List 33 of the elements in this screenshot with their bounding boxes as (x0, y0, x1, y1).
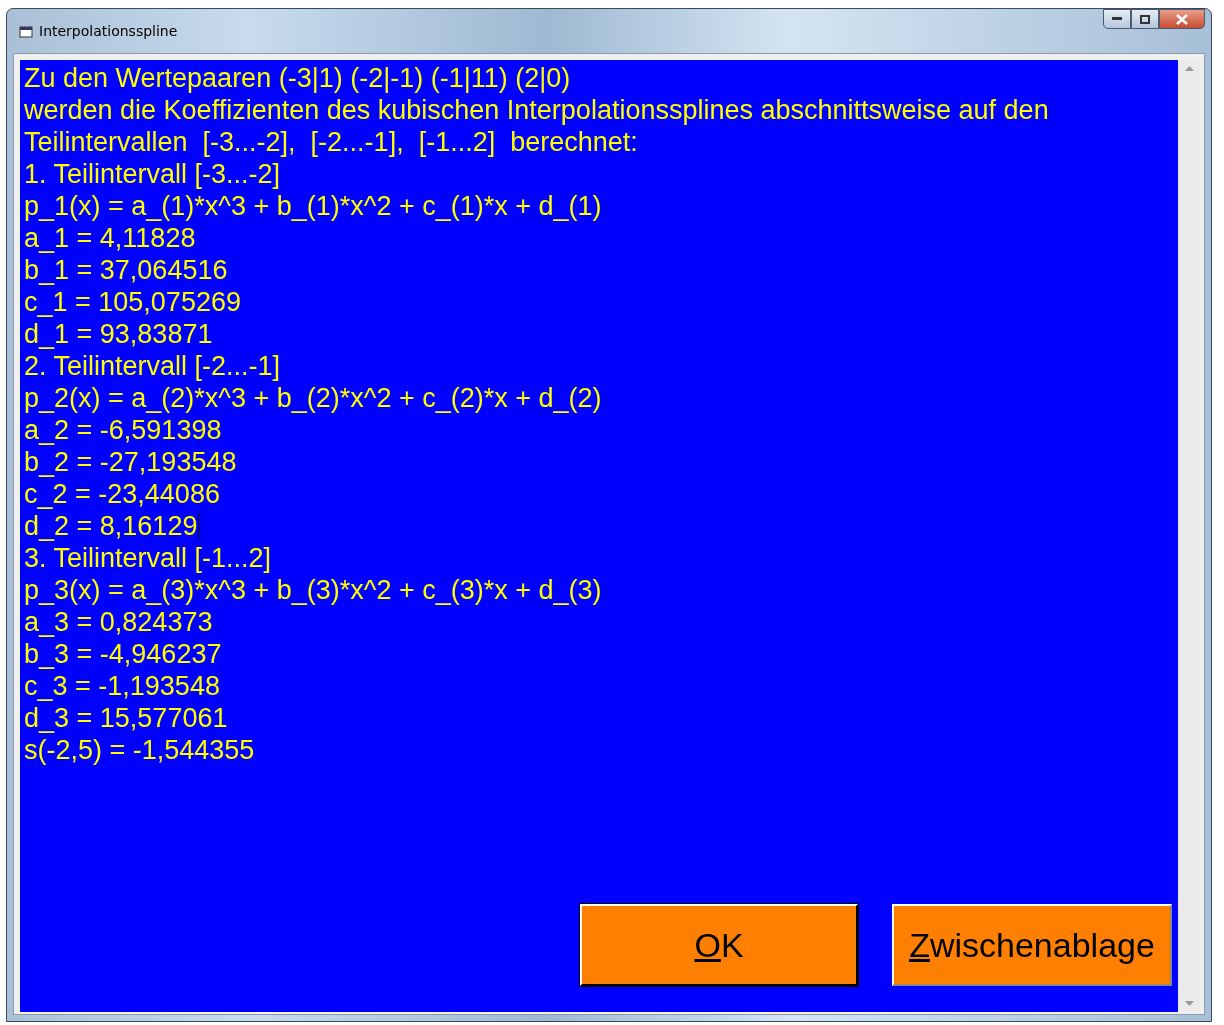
output-line: c_1 = 105,075269 (24, 286, 242, 318)
output-line: b_1 = 37,064516 (24, 254, 229, 286)
output-line: d_3 = 15,577061 (24, 702, 229, 734)
output-line: c_2 = -23,44086 (24, 478, 221, 510)
window-app-icon (19, 25, 33, 39)
maximize-button[interactable] (1131, 9, 1159, 29)
output-line: 1. Teilintervall [-3...-2] (24, 158, 282, 190)
output-line: 2. Teilintervall [-2...-1] (24, 350, 282, 382)
output-line: Zu den Wertepaaren (-3|1) (-2|-1) (-1|11) (2|0) (24, 62, 572, 94)
window-title: Interpolationsspline (39, 23, 178, 39)
close-button[interactable] (1159, 9, 1205, 29)
output-line: b_3 = -4,946237 (24, 638, 223, 670)
minimize-button[interactable] (1103, 9, 1131, 29)
output-line: p_3(x) = a_(3)*x^3 + b_(3)*x^2 + c_(3)*x + d_(3) (24, 574, 603, 606)
output-line: b_2 = -27,193548 (24, 446, 238, 478)
maximize-icon (1140, 14, 1150, 24)
output-line: werden die Koeffizienten des kubischen Interpolationssplines abschnittsweise auf den (24, 94, 1050, 126)
dialog-button[interactable]: Zwischenablage (892, 904, 1172, 986)
output-line: d_1 = 93,83871 (24, 318, 214, 350)
output-line: d_2 = 8,16129 (24, 510, 201, 542)
output-line: c_3 = -1,193548 (24, 670, 221, 702)
dialog-button[interactable]: OK (580, 904, 858, 986)
output-line: a_2 = -6,591398 (24, 414, 223, 446)
output-line: p_2(x) = a_(2)*x^3 + b_(2)*x^2 + c_(2)*x + d_(2) (24, 382, 603, 414)
output-line: s(-2,5) = -1,544355 (24, 734, 256, 766)
close-icon (1176, 13, 1188, 25)
output-line: 3. Teilintervall [-1...2] (24, 542, 273, 574)
output-line: a_3 = 0,824373 (24, 606, 214, 638)
text-caret (198, 513, 200, 539)
output-line: Teilintervallen [-3...-2], [-2...-1], [-1...2] berechnet: (24, 126, 639, 158)
output-line: a_1 = 4,11828 (24, 222, 197, 254)
minimize-icon (1112, 17, 1122, 21)
output-line: p_1(x) = a_(1)*x^3 + b_(1)*x^2 + c_(1)*x + d_(1) (24, 190, 603, 222)
